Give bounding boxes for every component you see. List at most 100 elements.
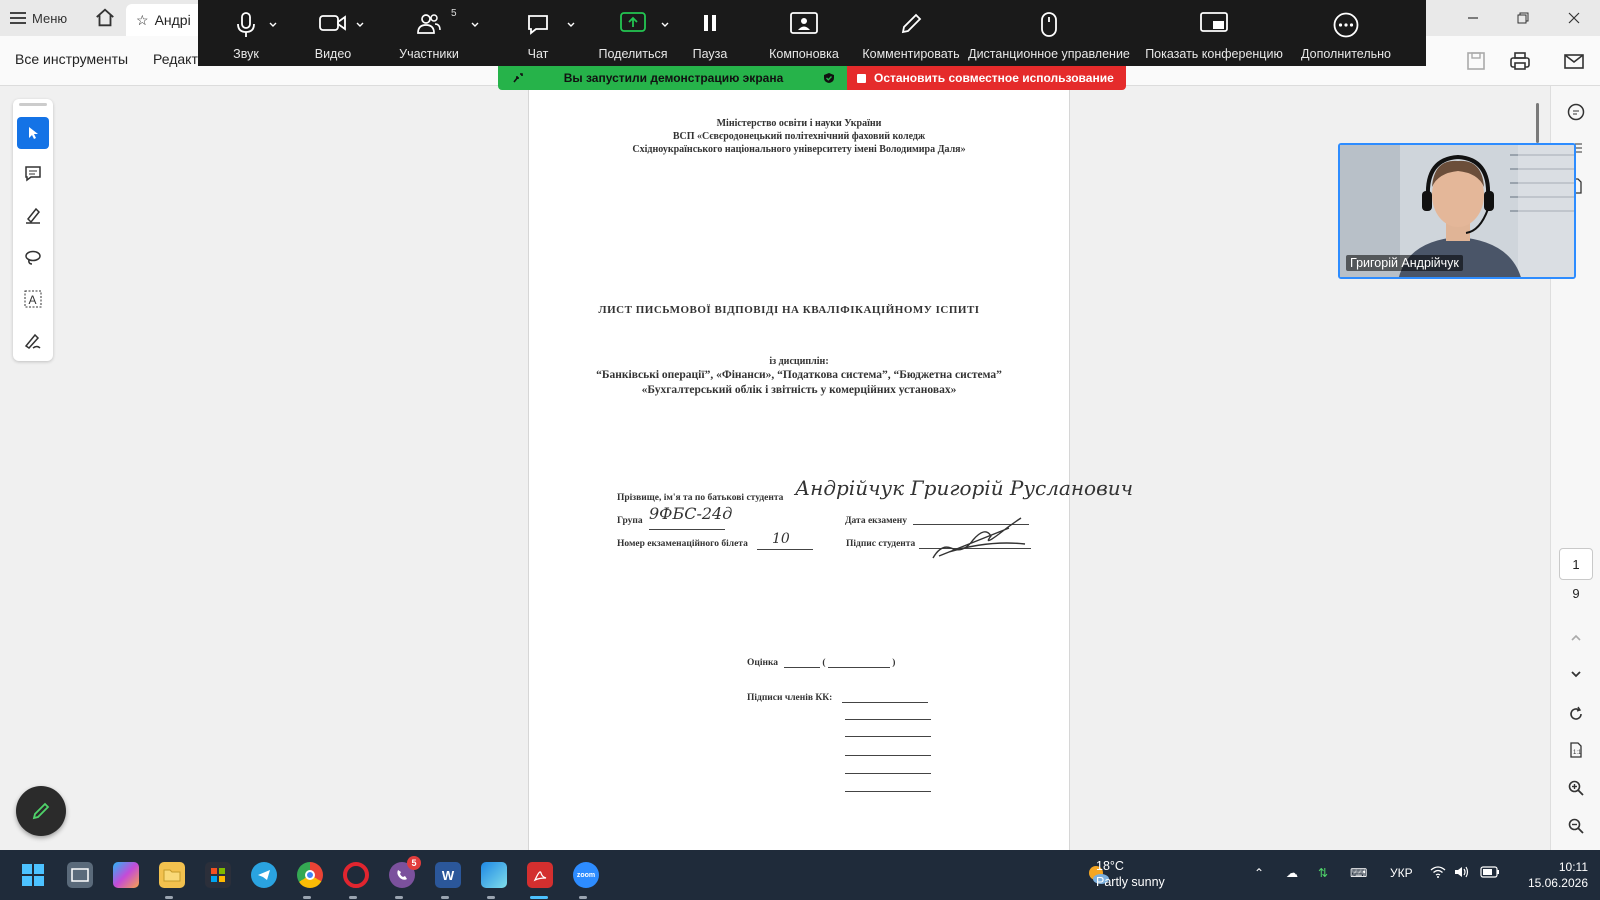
current-page-input[interactable]: 1: [1559, 548, 1593, 580]
share-screen-icon: [620, 12, 646, 32]
more-button[interactable]: Дополнительно: [1301, 0, 1391, 66]
chevron-up-icon[interactable]: [1564, 626, 1588, 650]
home-icon[interactable]: [94, 7, 116, 29]
highlight-tool[interactable]: [17, 199, 49, 231]
participants-caret-icon[interactable]: [470, 20, 480, 30]
weather-widget[interactable]: 18°C Partly sunny: [1096, 858, 1165, 890]
text-tool[interactable]: A: [17, 283, 49, 315]
share-caret-icon[interactable]: [660, 20, 670, 30]
layout-button[interactable]: Компоновка: [768, 0, 840, 66]
zoom-meeting-controls: Звук Видео Участники 5 Чат Поделиться Па…: [198, 0, 1426, 66]
disciplines-intro: із дисциплін:: [769, 356, 829, 367]
draw-tool[interactable]: [17, 241, 49, 273]
all-tools-menu[interactable]: Все инструменты: [15, 51, 128, 67]
menu-label: Меню: [32, 10, 68, 26]
layout-label: Компоновка: [769, 47, 839, 61]
email-icon[interactable]: [1562, 49, 1586, 73]
video-caret-icon[interactable]: [355, 20, 365, 30]
zoom-in-icon[interactable]: [1564, 776, 1588, 800]
annotate-button[interactable]: Комментировать: [862, 0, 960, 66]
pause-share-button[interactable]: Пауза: [690, 0, 730, 66]
running-indicator: [349, 896, 357, 899]
sign-tool[interactable]: [17, 325, 49, 357]
participants-icon: [417, 14, 441, 34]
network-activity-icon[interactable]: ⇅: [1318, 866, 1328, 880]
microphone-icon: [237, 12, 255, 37]
rail-grip[interactable]: [19, 103, 47, 106]
audio-caret-icon[interactable]: [268, 20, 278, 30]
handwritten-signature: [932, 517, 1026, 559]
wifi-icon[interactable]: [1430, 866, 1446, 881]
chrome-icon[interactable]: [297, 862, 323, 888]
show-conference-label: Показать конференцию: [1145, 47, 1283, 61]
menu-button[interactable]: Меню: [10, 6, 67, 30]
comment-tool[interactable]: [17, 157, 49, 189]
pause-label: Пауза: [692, 47, 728, 61]
participants-count: 5: [451, 8, 457, 19]
copilot-icon[interactable]: [113, 862, 139, 888]
stop-share-label: Остановить совместное использование: [874, 71, 1114, 85]
word-icon[interactable]: W: [435, 862, 461, 888]
share-label: Поделиться: [598, 47, 668, 61]
running-indicator: [579, 896, 587, 899]
document-tab-title: Андрі: [154, 12, 191, 28]
vertical-scrollbar[interactable]: [1536, 103, 1539, 143]
onedrive-icon[interactable]: ☁: [1286, 866, 1298, 880]
restore-button[interactable]: [1506, 6, 1540, 30]
stop-share-button[interactable]: Остановить совместное использование: [847, 66, 1126, 90]
annotate-label: Комментировать: [862, 47, 960, 61]
star-icon[interactable]: ☆: [136, 12, 149, 29]
chat-label: Чат: [527, 47, 549, 61]
opera-icon[interactable]: [343, 862, 369, 888]
remote-control-button[interactable]: Дистанционное управление: [968, 0, 1130, 66]
battery-icon[interactable]: [1480, 866, 1500, 881]
edit-fab-button[interactable]: [16, 786, 66, 836]
college-line: ВСП «Сєвєродонецький політехнічний фахов…: [672, 131, 926, 142]
audio-button[interactable]: Звук: [222, 0, 270, 66]
running-indicator: [441, 896, 449, 899]
clock[interactable]: 10:11 15.06.2026: [1512, 859, 1588, 891]
running-indicator: [165, 896, 173, 899]
volume-icon[interactable]: [1454, 866, 1470, 881]
share-status: Вы запустили демонстрацию экрана: [498, 66, 847, 90]
zoom-app-icon[interactable]: zoom: [573, 862, 599, 888]
share-button[interactable]: Поделиться: [596, 0, 670, 66]
video-button[interactable]: Видео: [306, 0, 360, 66]
minimize-button[interactable]: [1456, 6, 1490, 30]
edit-menu[interactable]: Редакт: [153, 51, 198, 67]
task-view-icon[interactable]: [67, 862, 93, 888]
chevron-down-icon[interactable]: [1564, 662, 1588, 686]
chat-caret-icon[interactable]: [566, 20, 576, 30]
svg-text:A: A: [29, 293, 37, 307]
print-icon[interactable]: [1508, 49, 1532, 73]
commission-label: Підписи членів КК:: [747, 693, 833, 703]
select-tool[interactable]: [17, 117, 49, 149]
show-hidden-icons-icon[interactable]: ⌃: [1254, 866, 1264, 880]
show-conference-button[interactable]: Показать конференцию: [1145, 0, 1283, 66]
keyboard-icon[interactable]: ⌨: [1350, 866, 1367, 880]
video-label: Видео: [314, 47, 352, 61]
acrobat-icon[interactable]: [527, 862, 553, 888]
viber-badge: 5: [407, 856, 421, 870]
store-icon[interactable]: [205, 862, 231, 888]
file-explorer-icon[interactable]: [159, 862, 185, 888]
fit-page-icon[interactable]: 1:1: [1564, 738, 1588, 762]
telegram-icon[interactable]: [251, 862, 277, 888]
mouse-icon: [1041, 12, 1057, 37]
participants-label: Участники: [399, 47, 459, 61]
document-tab[interactable]: ☆ Андрі: [126, 4, 206, 36]
viber-icon[interactable]: 5: [389, 856, 421, 888]
save-icon[interactable]: [1464, 49, 1488, 73]
language-indicator[interactable]: УКР: [1390, 866, 1413, 880]
participant-video[interactable]: Григорій Андрійчук: [1338, 143, 1576, 279]
chat-button[interactable]: Чат: [516, 0, 560, 66]
ministry-line: Міністерство освіти і науки України: [716, 118, 882, 129]
comments-panel-icon[interactable]: [1564, 100, 1588, 124]
zoom-out-icon[interactable]: [1564, 814, 1588, 838]
student-signature-label: Підпис студента: [846, 539, 916, 549]
refresh-icon[interactable]: [1564, 702, 1588, 726]
start-button[interactable]: [20, 862, 46, 888]
time: 10:11: [1558, 860, 1588, 874]
paint-icon[interactable]: [481, 862, 507, 888]
close-window-button[interactable]: [1557, 6, 1591, 30]
